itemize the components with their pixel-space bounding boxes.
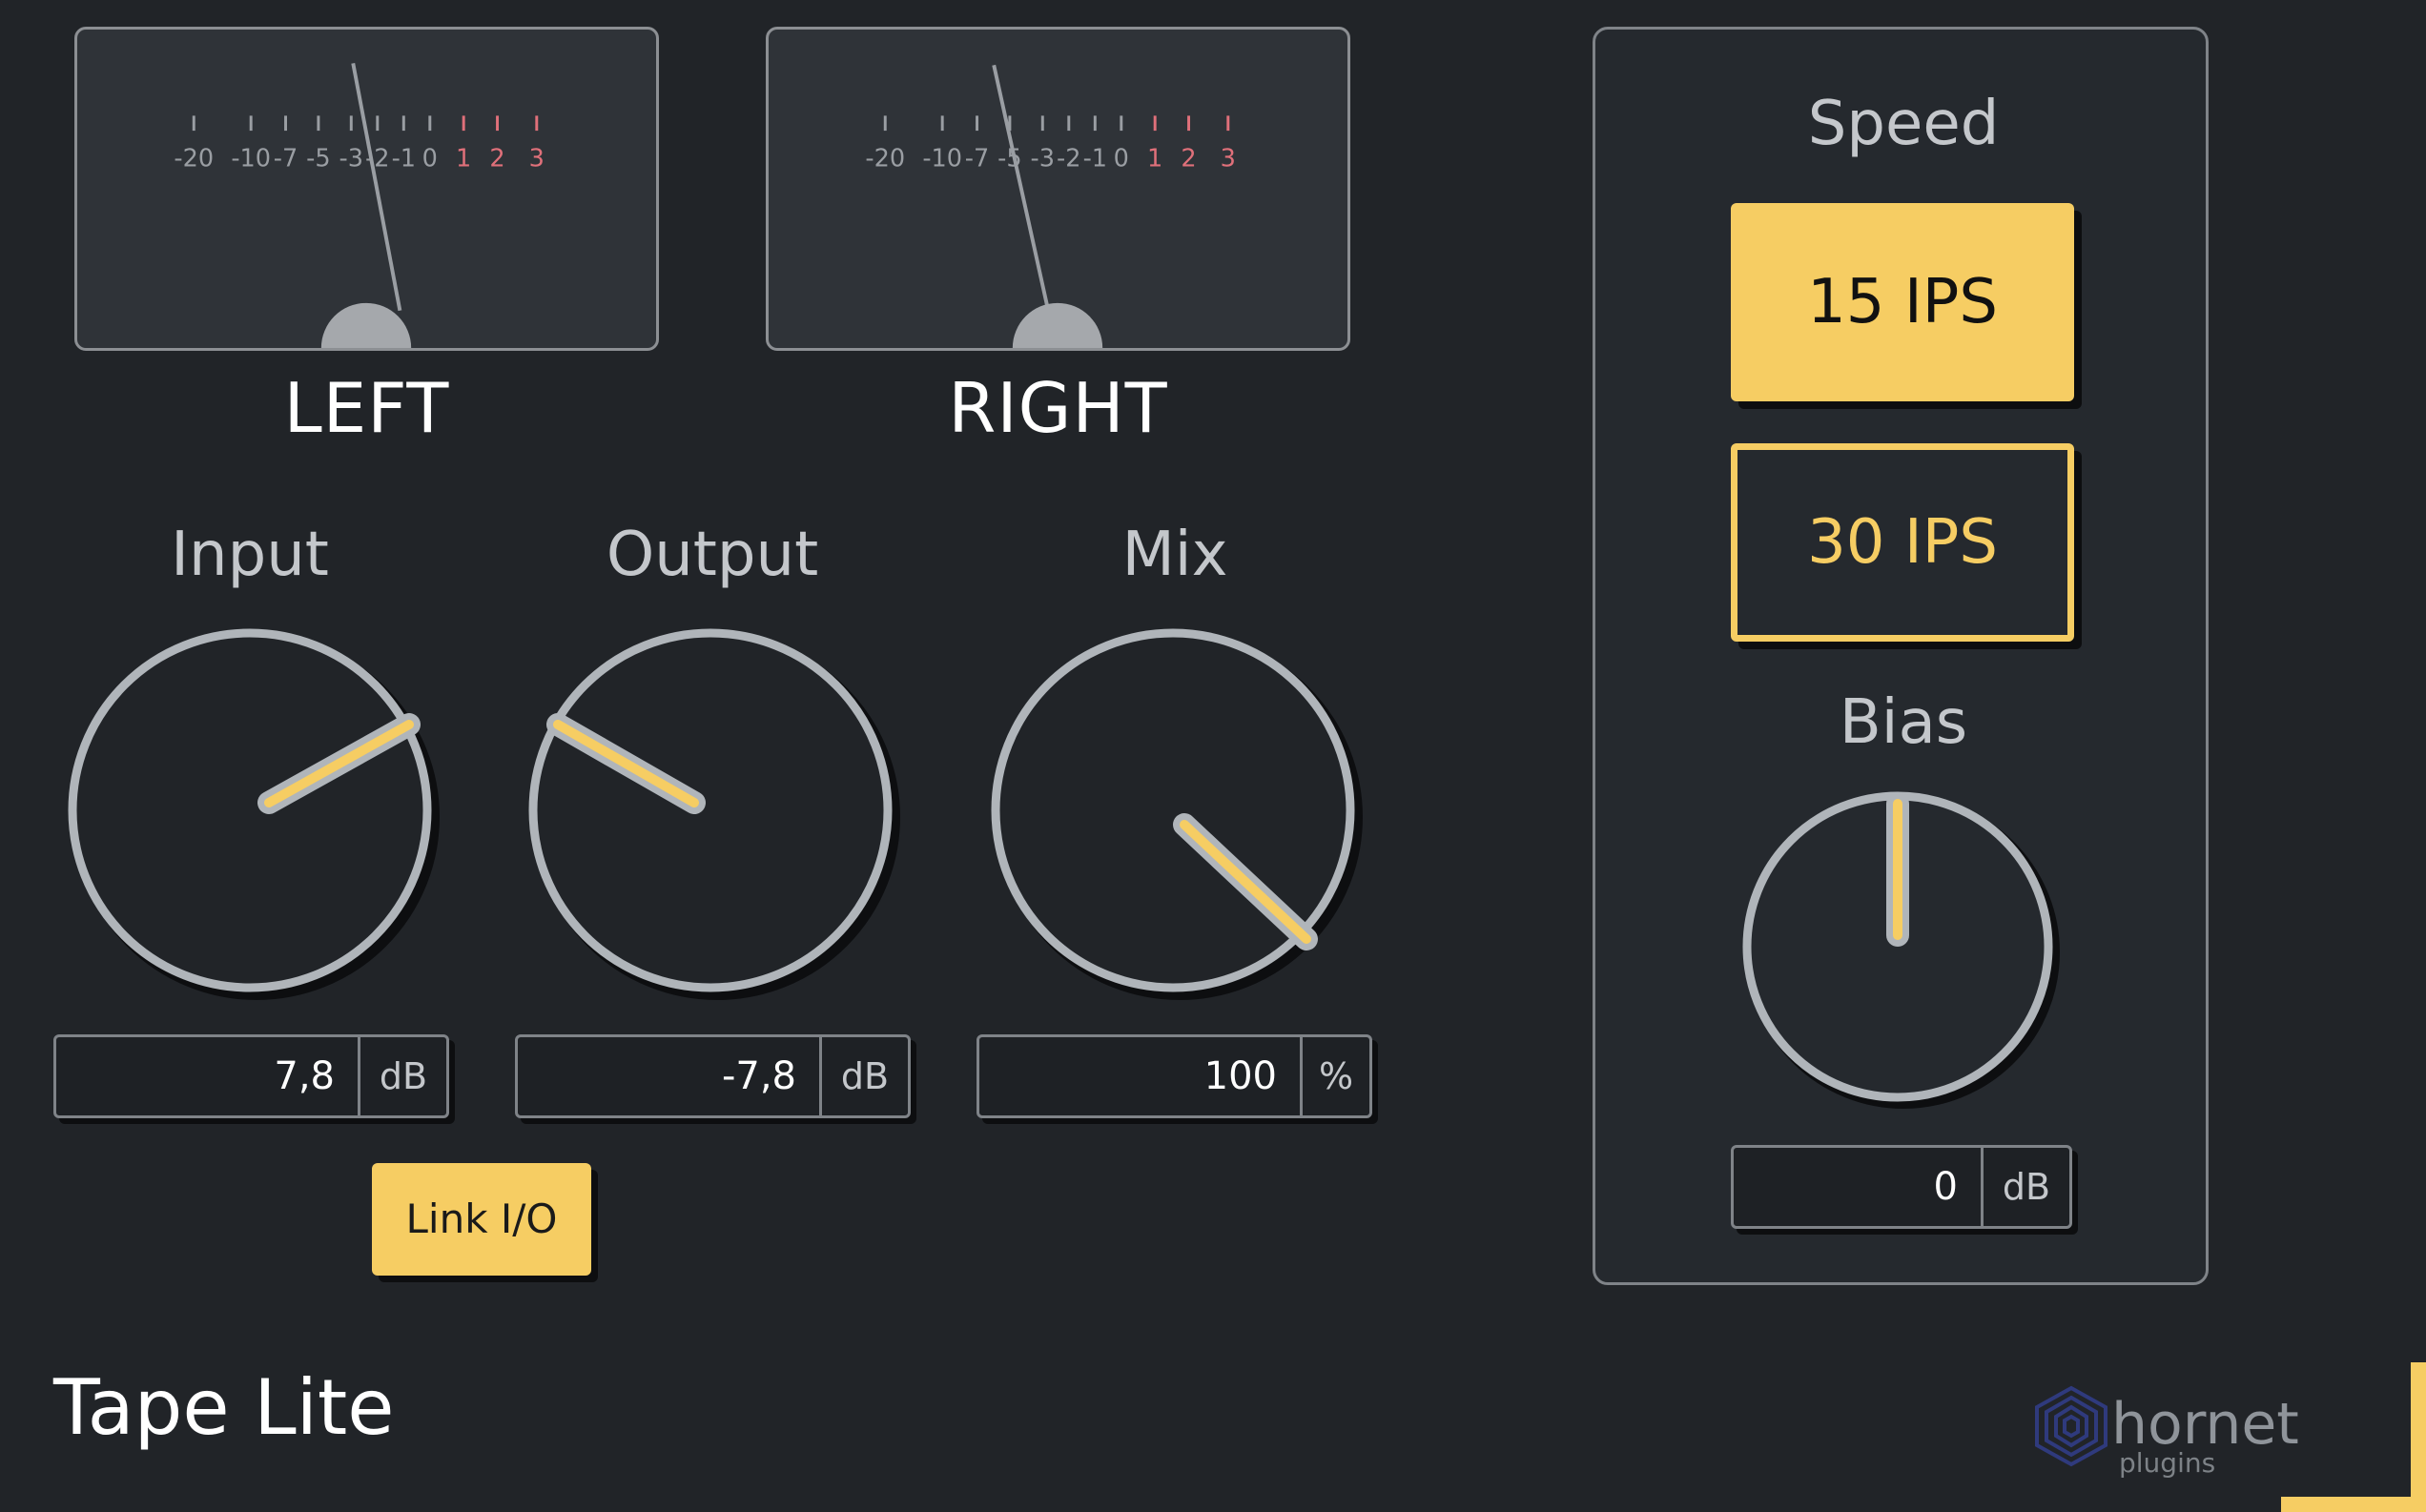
bias-unit: dB (2002, 1166, 2051, 1208)
vu-scale: -20 -10 -7 -5 -3 -2 -1 0 1 2 3 (174, 115, 545, 173)
vu-scale-label: 3 (1221, 144, 1236, 173)
bias-title: Bias (1839, 687, 1968, 758)
mix-title: Mix (1121, 520, 1228, 590)
output-knob[interactable] (528, 628, 901, 1001)
link-io-button[interactable]: Link I/O (372, 1163, 591, 1276)
vu-scale-label: 2 (489, 144, 504, 173)
input-unit: dB (379, 1055, 428, 1097)
output-value[interactable]: -7,8 (518, 1037, 822, 1115)
vu-scale-label: 3 (529, 144, 545, 173)
speed-30-ips-button[interactable]: 30 IPS (1731, 443, 2074, 642)
logo-subtext: plugins (2119, 1447, 2215, 1479)
bias-value[interactable]: 0 (1734, 1148, 1984, 1226)
output-title: Output (606, 520, 819, 590)
vu-scale-label: -3 (1031, 144, 1055, 173)
vu-needle-right (992, 64, 1051, 312)
mix-value-field[interactable]: 100 % (977, 1034, 1372, 1118)
vu-scale-label: -20 (174, 144, 214, 173)
product-title: Tape Lite (53, 1363, 395, 1452)
vu-scale-label: -1 (1083, 144, 1107, 173)
mix-unit: % (1318, 1055, 1354, 1097)
vu-meter-left: -20 -10 -7 -5 -3 -2 -1 0 1 2 3 (74, 27, 659, 351)
vu-scale-label: 1 (456, 144, 471, 173)
vu-scale-label: -1 (392, 144, 416, 173)
vu-pivot-right (1012, 302, 1103, 348)
vu-scale-label: -10 (922, 144, 962, 173)
corner-accent (2281, 1362, 2426, 1512)
vu-scale-label: 0 (422, 144, 438, 173)
vu-needle-left (351, 62, 402, 312)
speed-bias-panel: Speed 15 IPS 30 IPS Bias 0 dB (1593, 27, 2209, 1285)
vu-scale: -20 -10 -7 -5 -3 -2 -1 0 1 2 3 (865, 115, 1236, 173)
input-value-field[interactable]: 7,8 dB (53, 1034, 449, 1118)
vu-scale-label: -20 (865, 144, 905, 173)
input-knob[interactable] (68, 628, 441, 1001)
vu-scale-label: -7 (965, 144, 989, 173)
mix-value[interactable]: 100 (979, 1037, 1303, 1115)
vu-scale-label: -7 (274, 144, 298, 173)
vu-pivot-left (320, 302, 412, 348)
bias-value-field[interactable]: 0 dB (1731, 1145, 2072, 1229)
bias-knob[interactable] (1742, 791, 2060, 1109)
vu-scale-label: -3 (339, 144, 363, 173)
input-value[interactable]: 7,8 (56, 1037, 360, 1115)
meter-label-left: LEFT (283, 368, 450, 448)
vu-scale-label: 2 (1181, 144, 1196, 173)
output-value-field[interactable]: -7,8 dB (515, 1034, 911, 1118)
mix-knob[interactable] (991, 628, 1364, 1001)
meter-label-right: RIGHT (948, 368, 1168, 448)
speed-15-ips-button[interactable]: 15 IPS (1731, 203, 2074, 401)
vu-meter-left-face: -20 -10 -7 -5 -3 -2 -1 0 1 2 3 (174, 62, 545, 348)
vu-scale-label: -5 (306, 144, 330, 173)
vu-scale-label: -10 (231, 144, 271, 173)
vu-scale-label: 1 (1147, 144, 1162, 173)
vu-meter-right-face: -20 -10 -7 -5 -3 -2 -1 0 1 2 3 (865, 64, 1236, 348)
speed-title: Speed (1807, 89, 2000, 159)
input-title: Input (171, 520, 329, 590)
vu-scale-label: 0 (1114, 144, 1129, 173)
vu-meter-right: -20 -10 -7 -5 -3 -2 -1 0 1 2 3 (766, 27, 1350, 351)
hornet-hex-icon (2035, 1385, 2107, 1467)
output-unit: dB (840, 1055, 890, 1097)
vu-scale-label: -2 (1057, 144, 1080, 173)
